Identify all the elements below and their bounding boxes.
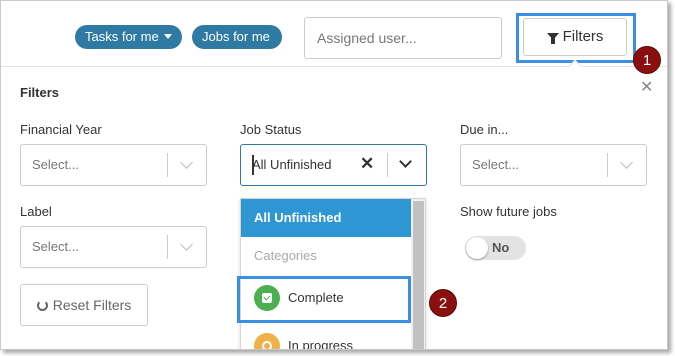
job-status-dropdown: All Unfinished Categories Complete In pr… — [240, 198, 426, 350]
reset-filters-button[interactable]: Reset Filters — [20, 284, 148, 326]
reset-filters-label: Reset Filters — [52, 297, 132, 313]
toggle-knob — [466, 237, 488, 259]
chevron-down-icon[interactable] — [399, 155, 412, 168]
show-future-jobs-label: Show future jobs — [460, 204, 557, 219]
label-placeholder: Select... — [32, 239, 79, 254]
filters-button-label: Filters — [562, 28, 604, 45]
in-progress-status-dot — [254, 333, 280, 349]
option-label: All Unfinished — [254, 210, 342, 225]
due-in-placeholder: Select... — [472, 157, 519, 172]
assigned-user-placeholder: Assigned user... — [317, 30, 417, 46]
top-toolbar: Tasks for me Jobs for me Assigned user..… — [1, 1, 667, 67]
in-progress-icon — [262, 341, 272, 349]
dropdown-scrollbar-thumb[interactable] — [413, 201, 424, 349]
select-separator — [167, 153, 168, 177]
complete-highlight-box — [237, 276, 411, 323]
caret-down-icon — [163, 34, 172, 39]
financial-year-select[interactable]: Select... — [20, 144, 207, 186]
job-status-label: Job Status — [240, 122, 302, 137]
toggle-value: No — [492, 240, 510, 255]
chevron-down-icon[interactable] — [180, 238, 193, 251]
step-badge-1: 1 — [633, 46, 661, 74]
jobs-for-me-label: Jobs for me — [202, 29, 270, 44]
due-in-select[interactable]: Select... — [460, 144, 647, 186]
group-label: Categories — [254, 248, 317, 263]
option-group-categories: Categories — [241, 237, 411, 275]
select-separator — [607, 153, 608, 177]
select-separator — [167, 235, 168, 259]
tasks-for-me-pill[interactable]: Tasks for me — [75, 25, 182, 49]
panel-title: Filters — [20, 85, 60, 100]
filters-panel: Filters ✕ Financial Year Select... Job S… — [1, 67, 667, 350]
undo-icon — [36, 300, 48, 311]
window-frame: Tasks for me Jobs for me Assigned user..… — [0, 0, 668, 350]
option-all-unfinished[interactable]: All Unfinished — [241, 199, 411, 237]
option-in-progress[interactable]: In progress — [241, 327, 411, 350]
chevron-down-icon[interactable] — [180, 156, 193, 169]
show-future-jobs-toggle[interactable]: No — [465, 236, 526, 260]
label-field-label: Label — [20, 204, 52, 219]
option-label: In progress — [288, 338, 354, 350]
tasks-for-me-label: Tasks for me — [85, 29, 159, 44]
close-icon[interactable]: ✕ — [640, 77, 653, 97]
step-badge-2: 2 — [429, 289, 457, 317]
filters-button[interactable]: Filters — [523, 18, 627, 56]
clear-icon[interactable]: ✕ — [360, 154, 374, 174]
due-in-label: Due in... — [460, 122, 509, 137]
jobs-for-me-pill[interactable]: Jobs for me — [192, 25, 282, 49]
select-separator — [387, 153, 388, 177]
assigned-user-input[interactable]: Assigned user... — [304, 17, 502, 59]
job-status-select[interactable]: All Unfinished ✕ — [240, 144, 427, 186]
financial-year-placeholder: Select... — [32, 157, 79, 172]
filter-funnel-icon — [546, 33, 559, 44]
job-status-value: All Unfinished — [252, 157, 332, 172]
financial-year-label: Financial Year — [20, 122, 102, 137]
chevron-down-icon[interactable] — [620, 156, 633, 169]
label-select[interactable]: Select... — [20, 226, 207, 268]
